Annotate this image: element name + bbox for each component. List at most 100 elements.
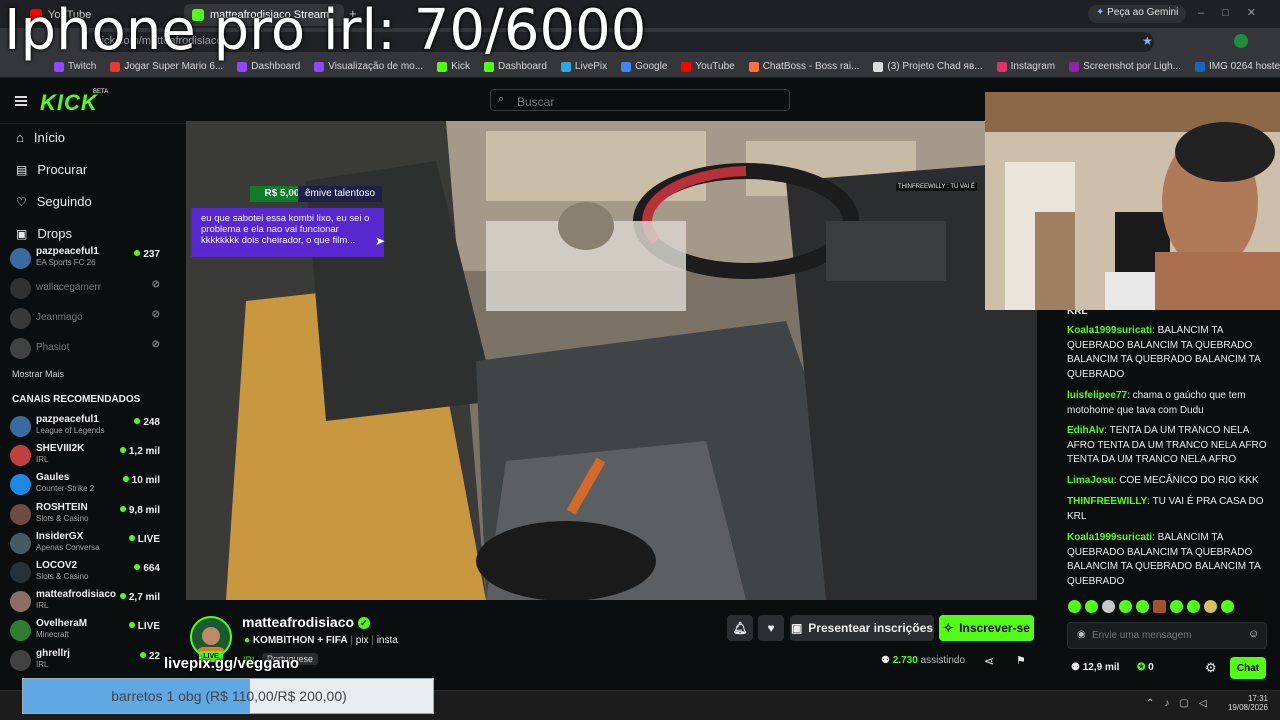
chat-username[interactable]: LimaJosu xyxy=(1067,475,1114,486)
clock-time: 17:31 xyxy=(1247,694,1268,703)
bookmark-favicon-icon xyxy=(237,61,248,72)
channel-item[interactable]: wallacegamerr ⊘ xyxy=(10,276,165,302)
search-input[interactable] xyxy=(490,89,790,111)
stream-link-pix[interactable]: pix xyxy=(356,635,369,646)
donation-goal-bar: barretos 1 obg (R$ 110,00/R$ 200,00) xyxy=(22,678,434,714)
emote-icon[interactable] xyxy=(1153,600,1166,613)
viewer-count: 2,7 mil xyxy=(128,592,160,604)
bookmark-item[interactable]: ChatBoss - Boss rai... xyxy=(748,61,859,72)
gift-subs-button[interactable]: ▣ Presentear inscrições xyxy=(790,615,934,641)
channel-item[interactable]: OvelheraM Minecraft LIVE xyxy=(10,618,165,644)
chat-input[interactable] xyxy=(1092,627,1242,644)
notification-bell-button[interactable]: 🔔︎ xyxy=(727,615,753,641)
chat-message: Koala1999suricati: BALANCIM TA QUEBRADO … xyxy=(1067,532,1261,587)
channel-viewers: 237 xyxy=(134,249,160,260)
chat-username[interactable]: Koala1999suricati xyxy=(1067,325,1152,336)
drops-icon: ▣ xyxy=(16,226,28,241)
report-icon[interactable]: ⚑ xyxy=(1016,654,1026,667)
viewer-count: LIVE xyxy=(137,621,160,633)
live-dot-icon xyxy=(128,534,135,541)
live-dot-icon xyxy=(119,447,126,454)
emote-icon[interactable] xyxy=(1102,600,1115,613)
beta-badge: BETA xyxy=(93,89,109,95)
nav-browse[interactable]: ▤ Procurar xyxy=(16,162,87,177)
emote-icon[interactable] xyxy=(1204,600,1217,613)
channel-name: SHEVIII2K xyxy=(36,443,85,455)
subscribe-button[interactable]: ✧ Inscrever-se xyxy=(939,615,1034,641)
channel-item[interactable]: Phasiot ⊘ xyxy=(10,336,165,362)
channel-name[interactable]: matteafrodisiaco ✓ xyxy=(242,614,370,630)
chat-settings-gear-icon[interactable]: ⚙ xyxy=(1205,660,1217,676)
channel-viewers: 9,8 mil xyxy=(119,505,160,516)
emote-icon[interactable] xyxy=(1187,600,1200,613)
tray-icons[interactable]: ⌃♪▢◁ xyxy=(1146,698,1217,709)
chat-username[interactable]: THINFREEWILLY xyxy=(1067,496,1147,507)
emote-icon[interactable] xyxy=(1068,600,1081,613)
channel-viewers: 10 mil xyxy=(122,475,160,487)
nav-home[interactable]: ⌂ Início xyxy=(16,130,65,145)
bookmark-item[interactable]: YouTube xyxy=(681,61,735,72)
channel-viewers: 1,2 mil xyxy=(119,446,160,457)
channel-item[interactable]: Gaules Counter-Strike 2 10 mil xyxy=(10,472,165,498)
window-controls[interactable]: –□✕ xyxy=(1198,6,1274,19)
channel-item[interactable]: SHEVIII2K IRL 1,2 mil xyxy=(10,443,165,469)
bookmark-item[interactable]: Instagram xyxy=(996,61,1055,72)
bookmark-item[interactable]: IMG 0264 hosted at... xyxy=(1194,61,1280,72)
channel-name: ghrellrj xyxy=(36,647,70,659)
channel-avatar xyxy=(10,308,31,329)
recommended-title: CANAIS RECOMENDADOS xyxy=(12,394,141,405)
users-icon: ⚉ xyxy=(1071,662,1080,673)
channel-name-text: matteafrodisiaco xyxy=(242,614,355,630)
chat-send-button[interactable]: Chat xyxy=(1230,657,1266,679)
viewer-counter: ⚉ 2.730 assistindo xyxy=(881,655,965,666)
channel-name: Gaules xyxy=(36,472,70,484)
emote-icon[interactable] xyxy=(1136,600,1149,613)
channel-item[interactable]: matteafrodisiaco IRL 2,7 mil xyxy=(10,589,165,615)
channel-category: Counter-Strike 2 xyxy=(36,484,95,494)
bookmark-star-icon[interactable]: ★ xyxy=(1142,34,1153,48)
bookmark-item[interactable]: (3) Projeto Chad яв... xyxy=(873,61,983,72)
channel-item[interactable]: pazpeaceful1 EA Sports FC 26 237 xyxy=(10,246,165,272)
channel-name: Jeanmago xyxy=(36,312,83,323)
channel-item[interactable]: InsiderGX Apenas Conversa LIVE xyxy=(10,531,165,557)
chat-username[interactable]: luisfelipee77 xyxy=(1067,390,1127,401)
nav-following[interactable]: ♡ Seguindo xyxy=(16,194,92,209)
kick-logo[interactable]: KICK xyxy=(40,90,98,116)
show-more-link[interactable]: Mostrar Mais xyxy=(12,369,64,379)
gemini-button[interactable]: ✦ Peça ao Gemini xyxy=(1088,5,1187,23)
stream-link-insta[interactable]: insta xyxy=(377,635,398,646)
bookmark-label: YouTube xyxy=(695,61,735,72)
channel-item[interactable]: Jeanmago ⊘ xyxy=(10,306,165,332)
channel-item[interactable]: ghrellrj IRL 22 xyxy=(10,648,165,674)
channel-item[interactable]: ROSHTEIN Slots & Casino 9,8 mil xyxy=(10,502,165,528)
emote-icon[interactable] xyxy=(1119,600,1132,613)
nav-drops[interactable]: ▣ Drops xyxy=(16,226,72,241)
donation-user: êmive talentoso xyxy=(298,186,382,202)
emoji-icon[interactable]: ☺ xyxy=(1248,628,1259,640)
live-dot-icon xyxy=(119,505,126,512)
channel-item[interactable]: LOCOV2 Slots & Casino 664 xyxy=(10,560,165,586)
bookmark-item[interactable]: Screenshot por Ligh... xyxy=(1069,61,1181,72)
emote-icon[interactable] xyxy=(1221,600,1234,613)
chat-settings-icon[interactable]: ◉ xyxy=(1077,629,1086,640)
taskbar-clock[interactable]: 17:31 19/08/2026 xyxy=(1222,694,1268,712)
emote-icon[interactable] xyxy=(1085,600,1098,613)
channel-avatar xyxy=(10,445,31,467)
menu-icon[interactable] xyxy=(15,96,27,106)
channel-category: EA Sports FC 26 xyxy=(36,258,96,267)
profile-avatar[interactable] xyxy=(1234,34,1248,48)
channel-item[interactable]: pazpeaceful1 League of Legends 248 xyxy=(10,414,165,440)
viewer-count: LIVE xyxy=(137,533,160,545)
chat-points-value: 0 xyxy=(1148,662,1154,673)
chat-points[interactable]: ✪ 0 xyxy=(1137,662,1154,673)
emote-icon[interactable] xyxy=(1170,600,1183,613)
follow-heart-button[interactable]: ♥ xyxy=(758,615,784,641)
channel-category: IRL xyxy=(36,455,49,465)
chat-username[interactable]: EdihAlv xyxy=(1067,425,1104,436)
viewer-count: 10 mil xyxy=(131,475,160,487)
clock-date: 19/08/2026 xyxy=(1227,703,1268,712)
chat-username[interactable]: Koala1999suricati xyxy=(1067,532,1152,543)
channel-viewers: 22 xyxy=(139,651,160,662)
channel-category: IRL xyxy=(36,659,49,669)
share-icon[interactable]: ⋖ xyxy=(984,654,994,668)
